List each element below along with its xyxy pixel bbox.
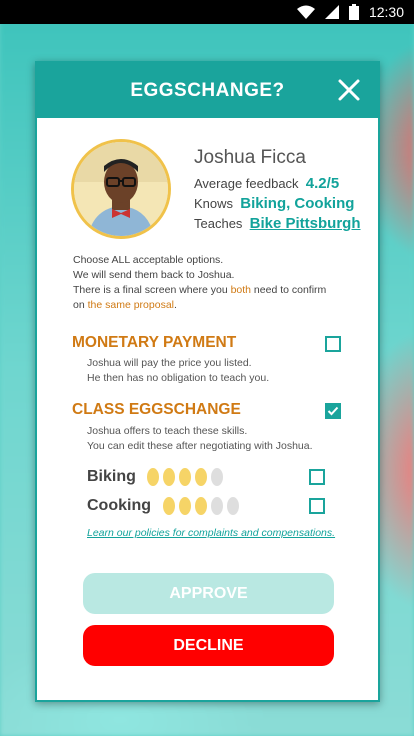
monetary-payment-title: MONETARY PAYMENT [72,334,237,351]
teaches-label: Teaches [194,216,243,231]
teaches-row: Teaches Bike Pittsburgh [194,215,361,232]
class-eggschange-title: CLASS EGGSCHANGE [72,401,241,418]
egg-filled-icon [163,468,175,486]
skill-cooking-checkbox[interactable] [309,498,325,514]
egg-filled-icon [195,497,207,515]
eggschange-dialog: EGGSCHANGE? Joshua Ficca Average feedbac… [35,61,380,702]
avatar-photo [74,142,168,236]
close-icon[interactable] [336,77,362,103]
knows-row: Knows Biking, Cooking [194,195,354,212]
monetary-payment-checkbox[interactable] [325,336,341,352]
decline-button[interactable]: DECLINE [83,625,334,666]
intro-line-4: on the same proposal. [73,299,177,311]
egg-empty-icon [211,468,223,486]
status-bar: 12:30 [0,0,414,24]
battery-icon [348,4,359,20]
class-eggschange-desc: Joshua offers to teach these skills. You… [87,425,313,452]
skill-cooking-label: Cooking [87,497,151,514]
policy-link[interactable]: Learn our policies for complaints and co… [87,527,335,539]
egg-filled-icon [179,497,191,515]
intro-line-1: Choose ALL acceptable options. [73,254,224,266]
egg-empty-icon [227,497,239,515]
skill-cooking-rating [163,497,239,515]
feedback-row: Average feedback 4.2/5 [194,175,339,192]
checkmark-icon [327,406,339,416]
status-time: 12:30 [368,4,404,20]
class-eggschange-checkbox[interactable] [325,403,341,419]
egg-filled-icon [179,468,191,486]
wifi-icon [296,5,315,19]
dialog-header: EGGSCHANGE? [37,63,378,118]
feedback-value: 4.2/5 [305,175,340,192]
egg-filled-icon [195,468,207,486]
intro-line-3: There is a final screen where you both n… [73,284,327,296]
intro-text: Choose ALL acceptable options. We will s… [73,253,326,313]
knows-value: Biking, Cooking [240,195,355,212]
user-name: Joshua Ficca [194,147,306,168]
monetary-payment-desc: Joshua will pay the price you listed. He… [87,357,270,384]
egg-filled-icon [163,497,175,515]
teaches-link[interactable]: Bike Pittsburgh [250,215,361,232]
feedback-label: Average feedback [194,176,299,191]
egg-filled-icon [147,468,159,486]
intro-line-2: We will send them back to Joshua. [73,269,235,281]
signal-icon [324,5,339,19]
skill-biking-checkbox[interactable] [309,469,325,485]
skill-biking-label: Biking [87,468,136,485]
dialog-title: EGGSCHANGE? [130,79,285,101]
egg-empty-icon [211,497,223,515]
skill-biking-rating [147,468,223,486]
knows-label: Knows [194,196,234,211]
avatar [71,139,171,239]
approve-button[interactable]: APPROVE [83,573,334,614]
